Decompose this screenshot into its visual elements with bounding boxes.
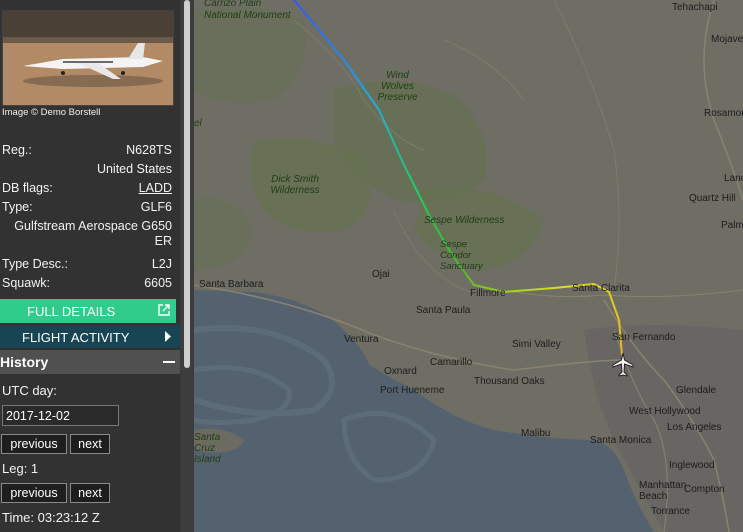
type-desc-label: Type Desc.: (2, 257, 68, 271)
map-label-fillmore: Fillmore (470, 288, 506, 299)
map-label-dick-smith: Dick Smith Wilderness (270, 174, 320, 196)
db-flags-label: DB flags: (2, 181, 53, 195)
map-label-mojave: Mojave (711, 34, 743, 45)
map-label-los-angeles: Los Angeles (667, 422, 722, 433)
db-flags-link[interactable]: LADD (139, 181, 172, 195)
map-label-palmdale: Palm (721, 220, 743, 231)
type-label: Type: (2, 200, 33, 214)
full-details-button[interactable]: FULL DETAILS (0, 299, 176, 323)
photo-credit: Image © Demo Borstell (2, 107, 101, 118)
map-label-thousand-oaks: Thousand Oaks (474, 376, 545, 387)
type-value: GLF6 (140, 200, 172, 214)
map-label-san-fernando: San Fernando (612, 332, 676, 343)
history-title: History (0, 354, 49, 370)
squawk-label: Squawk: (2, 276, 50, 290)
map-label-manhattan-beach: Manhattan Beach (639, 480, 687, 502)
map-label-west-hollywood: West Hollywood (629, 406, 701, 417)
flight-activity-button[interactable]: FLIGHT ACTIVITY (0, 325, 180, 348)
map-label-sespe-condor: Sespe Condor Sanctuary (440, 239, 483, 272)
map-label-ventura: Ventura (344, 334, 379, 345)
flight-activity-label: FLIGHT ACTIVITY (22, 330, 130, 345)
map-label-simi-valley: Simi Valley (512, 339, 561, 350)
day-next-button[interactable]: next (70, 434, 110, 454)
leg-next-button[interactable]: next (70, 483, 110, 503)
sidebar-scrollbar[interactable] (181, 0, 193, 532)
map-label-partial: el (194, 118, 202, 129)
squawk-value: 6605 (144, 276, 172, 290)
scrollbar-thumb[interactable] (184, 0, 190, 368)
map-label-sespe: Sespe Wilderness (424, 215, 505, 226)
map-label-carrizo: Carrizo Plain National Monument (204, 0, 291, 21)
map-label-oxnard: Oxnard (384, 366, 417, 377)
country-value: United States (96, 162, 172, 176)
map-label-glendale: Glendale (676, 385, 717, 396)
map-label-santa-paula: Santa Paula (416, 305, 471, 316)
map-label-santa-monica: Santa Monica (590, 435, 652, 446)
reg-value: N628TS (126, 143, 172, 157)
type-full-name: Gulfstream Aerospace G650 ER (14, 219, 172, 248)
map-label-ojai: Ojai (372, 269, 390, 280)
utc-day-input[interactable] (2, 405, 119, 426)
aircraft-photo (2, 10, 174, 106)
leg-previous-button[interactable]: previous (1, 483, 67, 503)
map-label-tehachapi: Tehachapi (672, 2, 718, 13)
map-label-santa-cruz-island: Santa Cruz Island (194, 432, 221, 465)
map-label-santa-clarita: Santa Clarita (572, 283, 630, 294)
reg-label: Reg.: (2, 143, 32, 157)
aircraft-icon[interactable] (611, 352, 635, 378)
aircraft-sidebar: Image © Demo Borstell Reg.: N628TS Unite… (0, 0, 180, 532)
map-label-malibu: Malibu (521, 428, 551, 439)
map-label-torrance: Torrance (651, 506, 690, 517)
full-details-label: FULL DETAILS (27, 304, 116, 319)
map-label-port-hueneme: Port Hueneme (380, 385, 445, 396)
type-desc-value: L2J (151, 257, 172, 271)
history-header[interactable]: History (0, 350, 180, 374)
map-label-camarillo: Camarillo (430, 357, 473, 368)
map-label-rosamond: Rosamond (704, 108, 743, 119)
map-label-wind-wolves: Wind Wolves Preserve (377, 70, 418, 103)
utc-day-label: UTC day: (2, 383, 57, 398)
map-label-santa-barbara: Santa Barbara (199, 279, 264, 290)
day-previous-button[interactable]: previous (1, 434, 67, 454)
map-label-quartz-hill: Quartz Hill (689, 193, 736, 204)
map-label-lancaster: Lanca (724, 173, 743, 184)
map-label-compton: Compton (684, 484, 725, 495)
time-label: Time: 03:23:12 Z (2, 510, 100, 525)
collapse-icon[interactable] (163, 361, 175, 363)
external-link-icon (158, 304, 170, 316)
map-view[interactable]: Tehachapi Mojave Carrizo Plain National … (194, 0, 743, 532)
map-label-inglewood: Inglewood (669, 460, 715, 471)
chevron-right-icon (165, 331, 171, 342)
leg-label: Leg: 1 (2, 461, 39, 476)
